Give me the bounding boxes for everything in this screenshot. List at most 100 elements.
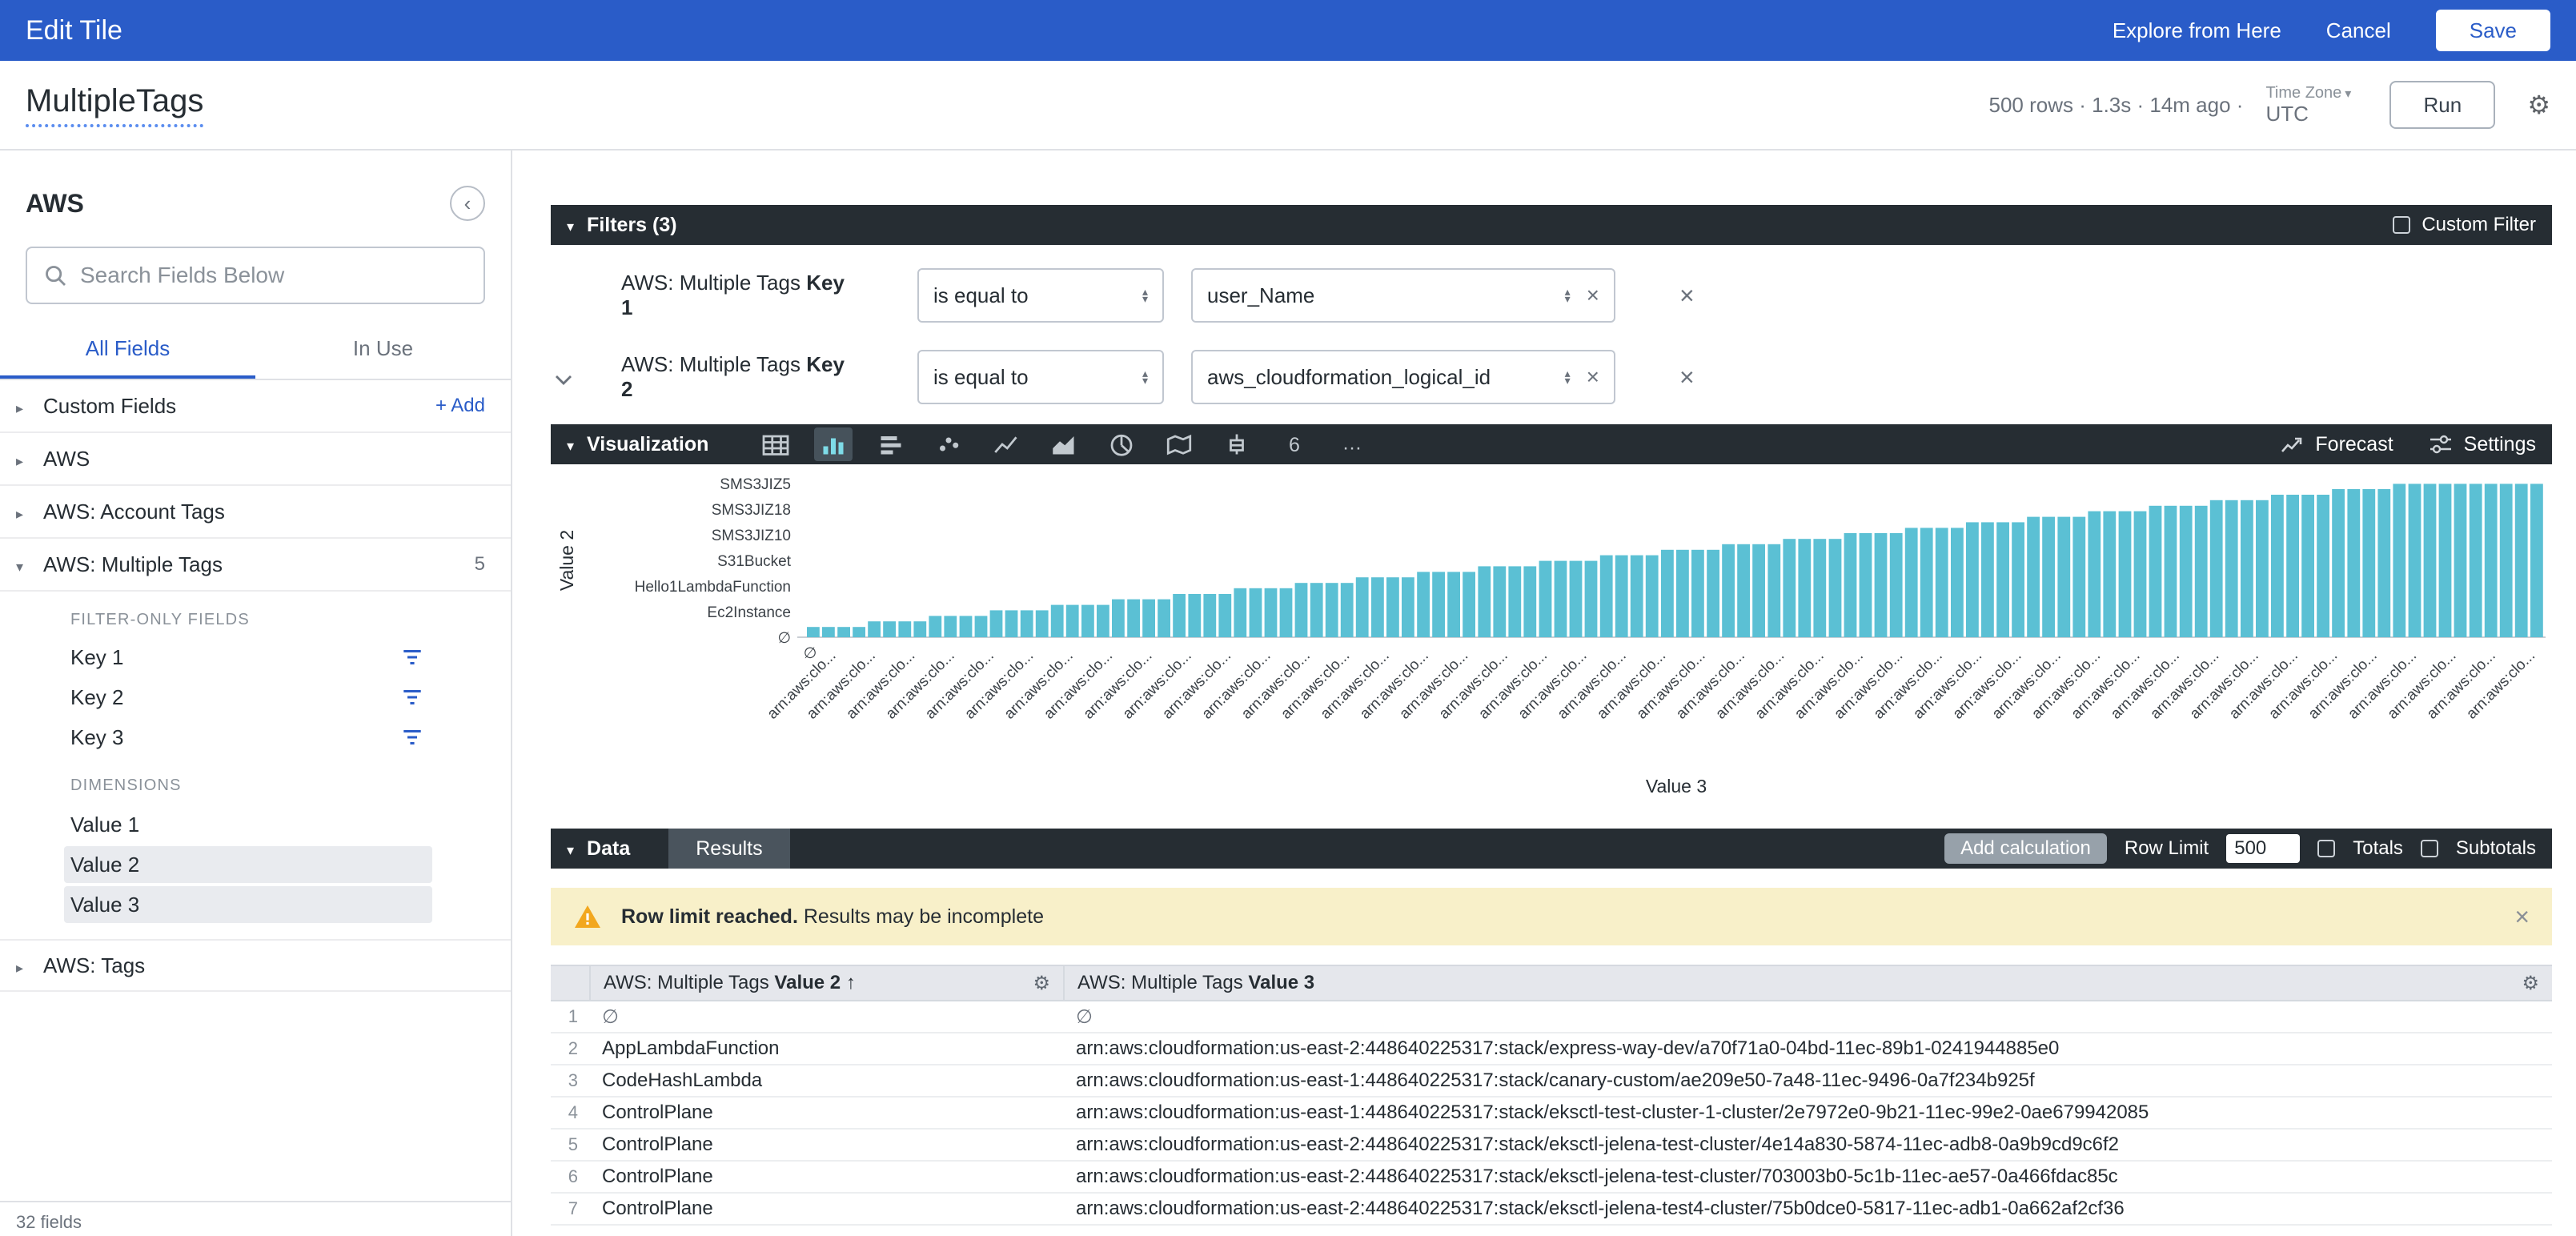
bar-chart-icon[interactable] [872,427,910,461]
chart-bar[interactable] [1081,605,1094,637]
chart-bar[interactable] [1188,594,1201,637]
chart-bar[interactable] [1295,583,1308,637]
tab-results[interactable]: Results [668,829,789,869]
chart-bar[interactable] [1936,528,1948,637]
chart-bar[interactable] [2195,506,2208,637]
chart-bar[interactable] [1752,544,1765,637]
custom-filter-checkbox[interactable] [2393,216,2410,234]
column-gear-icon[interactable] [1033,972,1050,995]
chart-bar[interactable] [929,616,941,637]
chart-bar[interactable] [1051,605,1064,637]
chart-bar[interactable] [1250,588,1262,637]
chart-bar[interactable] [1829,539,1842,637]
chart-bar[interactable] [2012,522,2024,637]
chart-bar[interactable] [1097,605,1109,637]
chart-bar[interactable] [1539,561,1552,637]
search-input[interactable] [80,263,467,288]
tab-in-use[interactable]: In Use [255,320,511,379]
chart-bar[interactable] [1570,561,1583,637]
boxplot-chart-icon[interactable] [1218,427,1256,461]
chart-bar[interactable] [1432,572,1445,637]
chart-bar[interactable] [1555,561,1567,637]
filter-icon[interactable] [400,727,424,748]
column-header-value3[interactable]: AWS: Multiple Tags Value 3 [1063,966,2552,1000]
sidebar-field-key3[interactable]: Key 3 [0,717,511,757]
single-value-chart-icon[interactable]: 6 [1275,427,1314,461]
chart-bar[interactable] [1341,583,1354,637]
sidebar-item-custom-fields[interactable]: Custom Fields + Add [0,380,511,433]
collapse-filters-icon[interactable] [567,214,587,237]
map-chart-icon[interactable] [1160,427,1198,461]
chart-bar[interactable] [2500,484,2513,637]
chart-bar[interactable] [1951,528,1964,637]
line-chart-icon[interactable] [987,427,1025,461]
chart-bar[interactable] [1600,556,1613,637]
chart-bar[interactable] [2241,500,2253,637]
chart-bar[interactable] [1860,533,1872,637]
sidebar-field-value2[interactable]: Value 2 [64,846,432,883]
chart-bar[interactable] [1218,594,1231,637]
chart-bar[interactable] [2088,512,2101,637]
chart-bar[interactable] [2225,500,2238,637]
chart-bar[interactable] [2332,489,2345,637]
totals-checkbox[interactable] [2317,840,2335,857]
chart-bar[interactable] [2454,484,2467,637]
chart-bar[interactable] [1585,561,1598,637]
viz-settings-button[interactable]: Settings [2429,433,2536,456]
clear-value-icon[interactable] [1587,283,1599,308]
chart-bar[interactable] [2103,512,2116,637]
chart-bar[interactable] [1326,583,1338,637]
chart-bar[interactable] [1523,566,1536,637]
chart-bar[interactable] [868,621,881,637]
chart-bar[interactable] [1173,594,1186,637]
chart-bar[interactable] [2515,484,2528,637]
chart-bar[interactable] [1280,588,1293,637]
chart-bar[interactable] [2210,500,2223,637]
chart-bar[interactable] [2256,500,2269,637]
pie-chart-icon[interactable] [1102,427,1141,461]
chart-bar[interactable] [1767,544,1780,637]
chart-bar[interactable] [944,616,957,637]
chart-bar[interactable] [2134,512,2147,637]
query-settings-gear-button[interactable] [2527,90,2550,120]
chart-bar[interactable] [1844,533,1857,637]
table-row[interactable]: 4ControlPlanearn:aws:cloudformation:us-e… [551,1098,2552,1130]
chart-bar[interactable] [2317,495,2329,637]
chart-bar[interactable] [2149,506,2162,637]
chart-bar[interactable] [2409,484,2422,637]
chart-bar[interactable] [2042,517,2055,637]
chart-bar[interactable] [2470,484,2482,637]
chart-bar[interactable] [2119,512,2132,637]
forecast-button[interactable]: Forecast [2280,433,2393,456]
column-header-value2[interactable]: AWS: Multiple Tags Value 2 ↑ [589,966,1063,1000]
chart-bar[interactable] [1691,550,1704,637]
chart-bar[interactable] [1265,588,1278,637]
run-button[interactable]: Run [2389,81,2495,129]
chart-bar[interactable] [1417,572,1430,637]
cancel-button[interactable]: Cancel [2326,18,2391,43]
chart-bar[interactable] [1493,566,1506,637]
chart-bar[interactable] [960,616,973,637]
chart-bar[interactable] [2377,489,2390,637]
save-button[interactable]: Save [2436,10,2550,51]
chart-bar[interactable] [1203,594,1216,637]
chart-bar[interactable] [837,627,850,637]
chart-bar[interactable] [1158,600,1170,637]
chart-bar[interactable] [1813,539,1826,637]
chart-bar[interactable] [1905,528,1918,637]
collapse-sidebar-button[interactable] [450,186,485,221]
chart-bar[interactable] [1722,544,1735,637]
chart-bar[interactable] [1447,572,1460,637]
field-search-box[interactable] [26,247,485,304]
sidebar-item-aws-tags[interactable]: AWS: Tags [0,939,511,992]
chart-bar[interactable] [1234,588,1246,637]
row-limit-input[interactable] [2226,834,2300,863]
explore-from-here-button[interactable]: Explore from Here [2113,18,2281,43]
chart-bar[interactable] [2072,517,2085,637]
filter-icon[interactable] [400,687,424,708]
chart-bar[interactable] [2271,495,2284,637]
chart-bar[interactable] [1021,610,1033,637]
timezone-selector[interactable]: Time Zone UTC [2265,84,2351,126]
filter-value-select[interactable]: aws_cloudformation_logical_id [1191,350,1615,404]
chart-bar[interactable] [1875,533,1888,637]
